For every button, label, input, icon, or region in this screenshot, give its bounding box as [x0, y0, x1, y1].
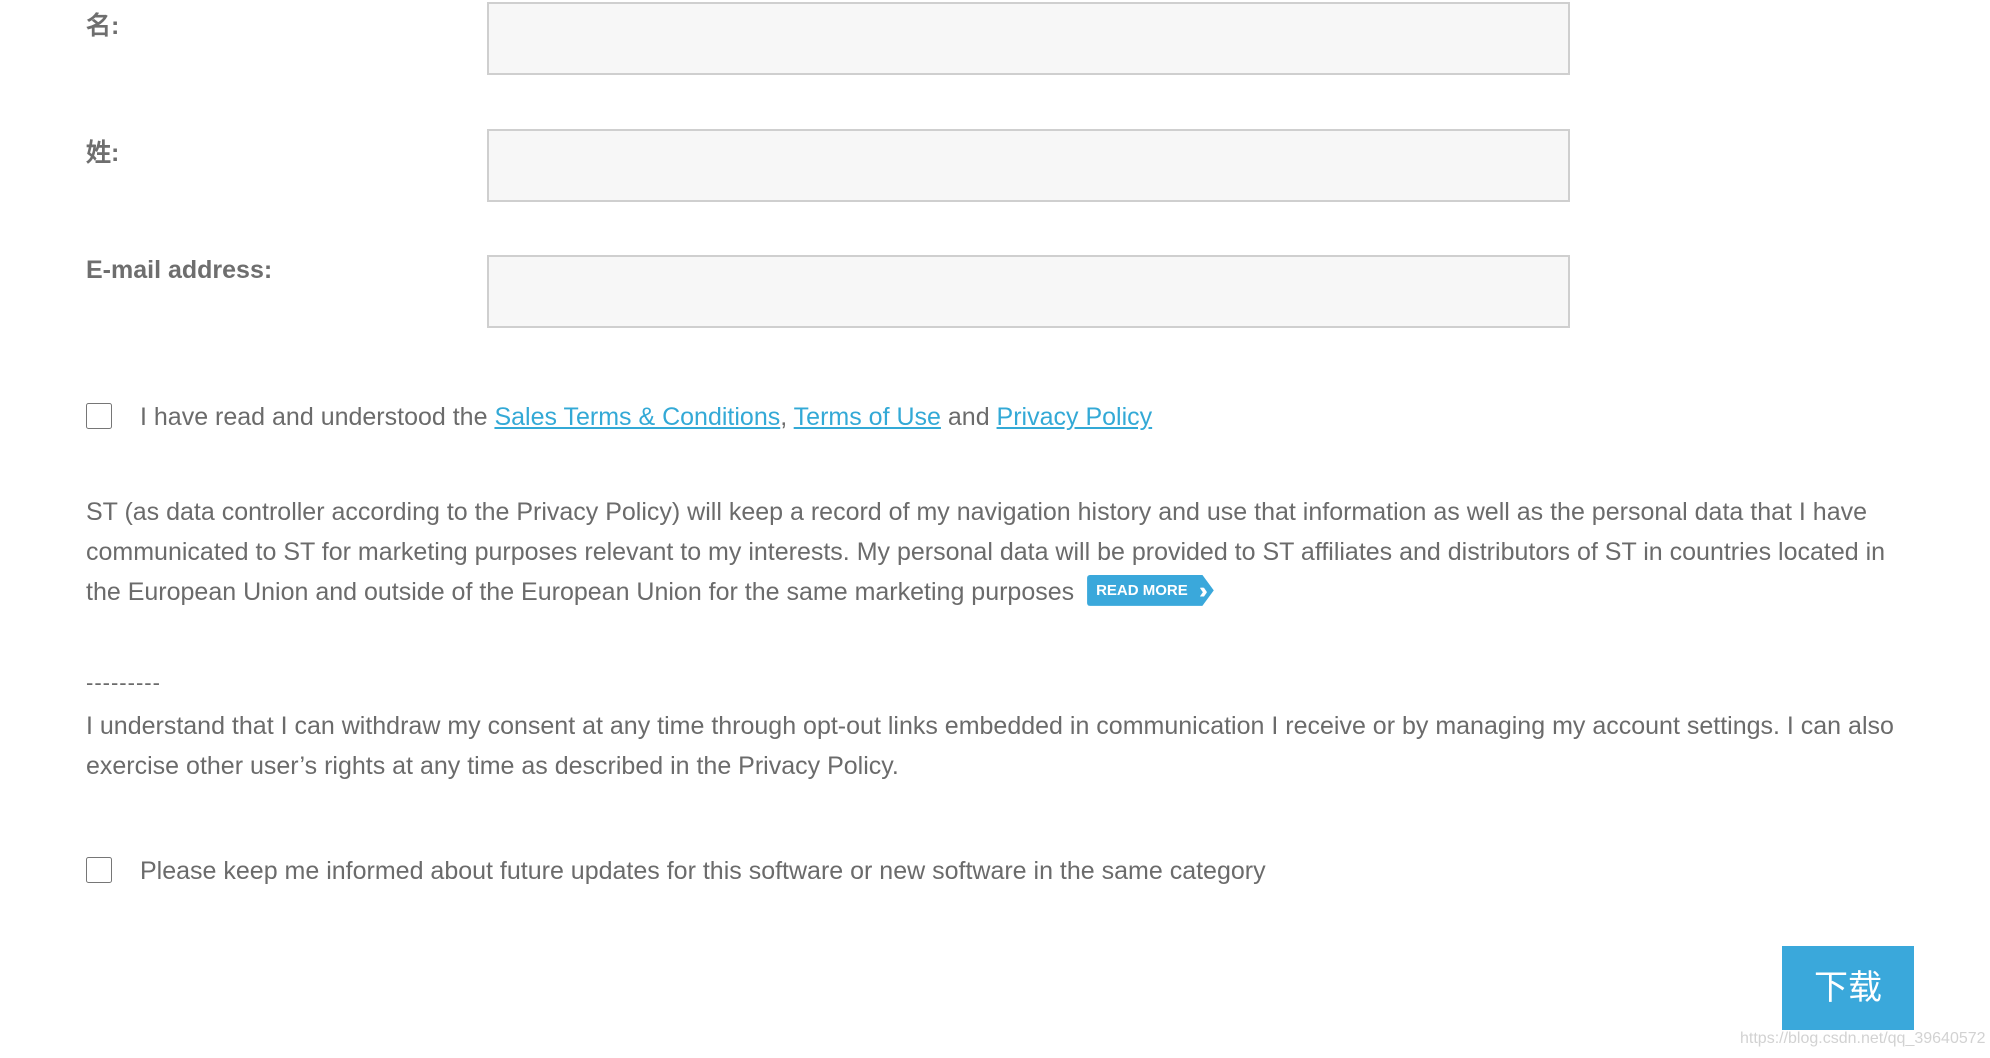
download-form: 名: 姓: E-mail address: I have read and un… — [0, 0, 1990, 1058]
terms-label: I have read and understood the Sales Ter… — [140, 403, 1152, 432]
read-more-label: READ MORE — [1096, 581, 1188, 599]
email-label: E-mail address: — [86, 256, 273, 284]
withdraw-consent-notice: I understand that I can withdraw my cons… — [86, 712, 1894, 780]
download-button[interactable]: 下载 — [1782, 946, 1914, 1030]
terms-checkbox[interactable] — [86, 403, 112, 429]
last-name-input[interactable] — [487, 129, 1570, 202]
terms-of-use-link[interactable]: Terms of Use — [794, 403, 941, 431]
updates-checkbox[interactable] — [86, 857, 112, 883]
first-name-label: 名: — [86, 12, 120, 40]
email-input[interactable] — [487, 255, 1570, 328]
double-chevron-right-icon: ›› — [1199, 577, 1207, 603]
sales-terms-link[interactable]: Sales Terms & Conditions — [494, 403, 780, 431]
last-name-label: 姓: — [86, 139, 120, 167]
watermark: https://blog.csdn.net/qq_39640572 — [1740, 1030, 1986, 1047]
terms-prefix: I have read and understood the — [140, 403, 495, 431]
terms-and: and — [940, 403, 997, 431]
terms-separator: , — [780, 403, 794, 431]
divider-dashes: --------- — [86, 670, 161, 695]
privacy-notice-text: ST (as data controller according to the … — [86, 498, 1886, 606]
first-name-input[interactable] — [487, 2, 1570, 75]
privacy-notice: ST (as data controller according to the … — [86, 492, 1926, 612]
read-more-button[interactable]: READ MORE ›› — [1087, 574, 1214, 606]
privacy-policy-link[interactable]: Privacy Policy — [997, 403, 1153, 431]
updates-label: Please keep me informed about future upd… — [140, 857, 1266, 885]
